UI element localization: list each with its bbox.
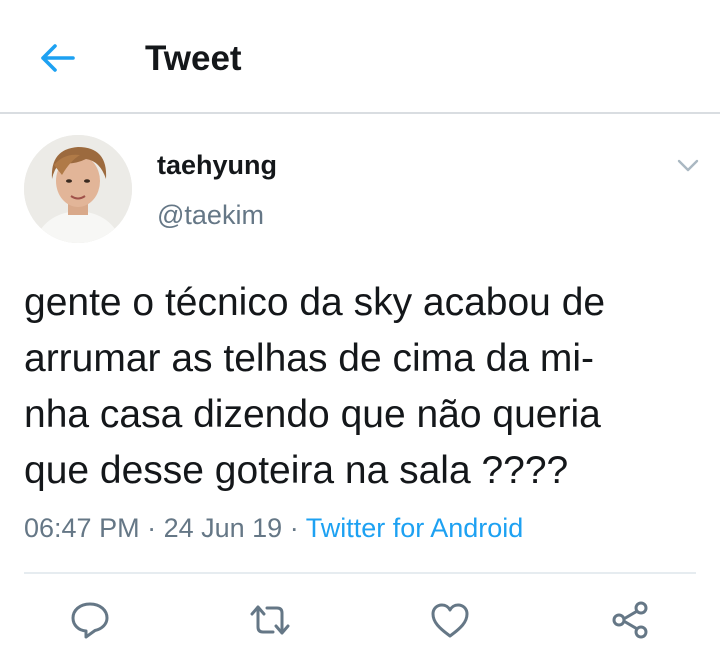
page-title: Tweet [145, 39, 242, 78]
meta-separator: · [139, 513, 164, 543]
tweet-meta: 06:47 PM · 24 Jun 19 · Twitter for Andro… [24, 510, 523, 546]
tweet-text-line: arrumar as telhas de cima da mi- [24, 337, 595, 380]
back-button[interactable] [36, 38, 78, 78]
retweet-icon [250, 605, 290, 635]
reply-icon [71, 602, 109, 639]
retweet-button[interactable] [248, 598, 292, 642]
arrow-left-icon [41, 44, 75, 72]
tweet-text-line: gente o técnico da sky acabou de [24, 281, 606, 324]
chevron-down-icon [677, 159, 699, 172]
more-options-button[interactable] [672, 150, 704, 182]
share-icon [612, 601, 648, 639]
avatar[interactable] [24, 135, 132, 243]
reply-button[interactable] [68, 598, 112, 642]
like-button[interactable] [428, 598, 472, 642]
tweet-text-line: que desse goteira na sala ???? [24, 449, 569, 492]
author-name[interactable]: taehyung [157, 149, 277, 181]
avatar-image [24, 135, 132, 243]
tweet-text: gente o técnico da sky acabou de arrumar… [24, 275, 704, 499]
tweet-date: 24 Jun 19 [163, 513, 283, 543]
share-button[interactable] [608, 598, 652, 642]
tweet-source-link[interactable]: Twitter for Android [306, 513, 524, 543]
top-bar: Tweet [0, 0, 720, 114]
heart-icon [431, 603, 469, 638]
divider [24, 572, 696, 574]
tweet-text-line: nha casa dizendo que não queria [24, 393, 601, 436]
author-handle[interactable]: @taekim [157, 199, 264, 231]
meta-separator: · [282, 513, 306, 543]
tweet-time: 06:47 PM [24, 513, 140, 543]
